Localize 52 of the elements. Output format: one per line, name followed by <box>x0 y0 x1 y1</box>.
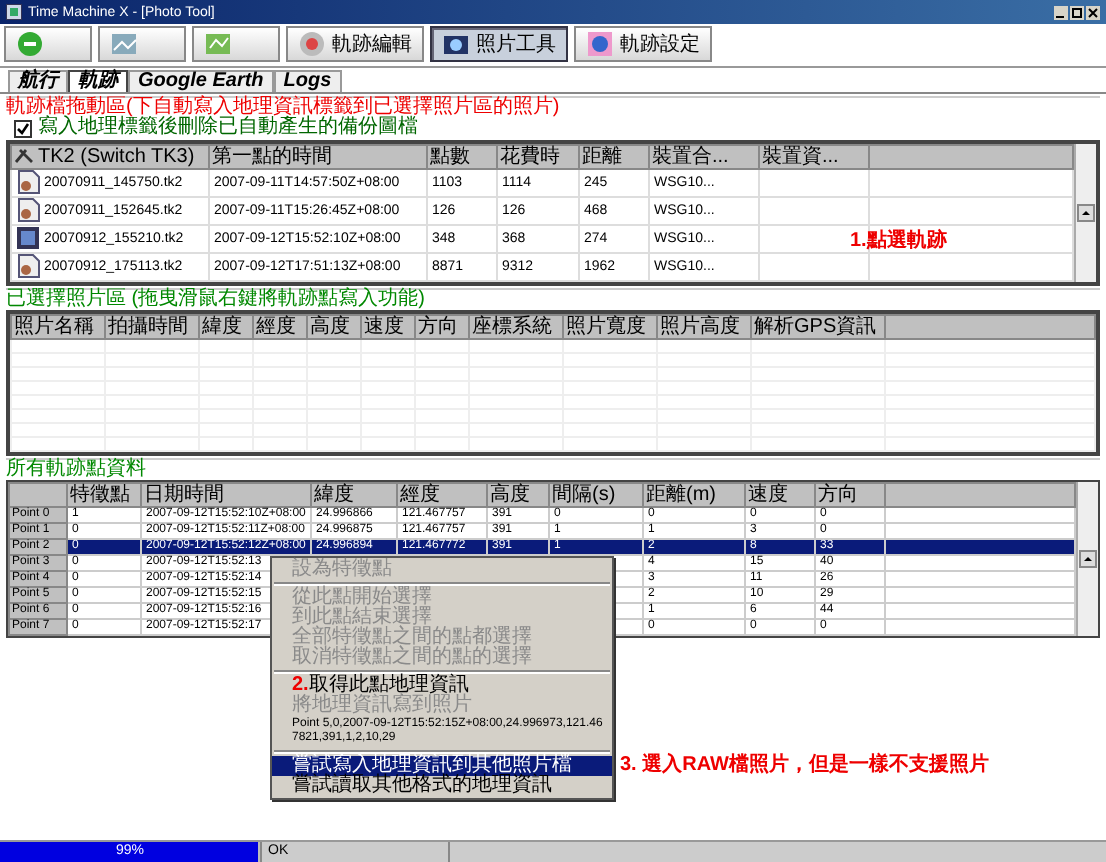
checkbox-label: 寫入地理標籤後刪除已自動產生的備份圖檔 <box>38 118 418 138</box>
column-header[interactable]: 日期時間 <box>141 483 311 507</box>
section-title: 所有軌跡點資料 <box>6 460 146 480</box>
column-header[interactable]: 間隔(s) <box>549 483 643 507</box>
column-header[interactable]: 拍攝時間 <box>105 315 199 339</box>
tab[interactable]: 軌跡 <box>68 70 128 92</box>
tab[interactable]: Logs <box>273 70 342 92</box>
maximize-icon <box>1070 5 1084 19</box>
column-header[interactable]: 經度 <box>397 483 487 507</box>
camera-icon <box>442 30 470 58</box>
column-header[interactable]: 特徵點 <box>67 483 141 507</box>
checkbox[interactable] <box>14 119 32 137</box>
annotation-number: 2. <box>292 673 309 695</box>
column-header[interactable]: 緯度 <box>199 315 253 339</box>
disc-icon <box>298 30 326 58</box>
section-title: 已選擇照片區 (拖曳滑鼠右鍵將軌跡點寫入功能) <box>6 290 425 310</box>
toolbar-icon-button[interactable] <box>98 26 186 62</box>
menu-item[interactable]: 取得此點地理資訊 <box>308 673 469 695</box>
tab[interactable]: 航行 <box>8 70 68 92</box>
app-icon <box>6 4 22 20</box>
column-header[interactable]: 緯度 <box>311 483 397 507</box>
column-header[interactable]: 座標系統 <box>469 315 563 339</box>
menu-item[interactable]: 嘗試讀取其他格式的地理資訊 <box>272 775 612 795</box>
column-header[interactable]: 照片寬度 <box>563 315 657 339</box>
column-header[interactable]: 距離(m) <box>643 483 745 507</box>
section-title: 軌跡檔拖動區(下自動寫入地理資訊標籤到已選擇照片區的照片) <box>6 98 560 118</box>
minus-circle-icon <box>16 30 44 58</box>
column-header[interactable]: 方向 <box>415 315 469 339</box>
picture-icon <box>110 30 138 58</box>
toolbar-button[interactable]: 軌跡設定 <box>574 26 712 62</box>
menu-item[interactable]: 嘗試寫入地理資訊到其他照片檔 <box>272 755 612 775</box>
toolbar-icon-button[interactable] <box>4 26 92 62</box>
column-header[interactable]: 速度 <box>745 483 815 507</box>
column-header[interactable]: 高度 <box>487 483 549 507</box>
annotation-text: 1.點選軌跡 <box>850 232 947 252</box>
close-icon <box>1086 5 1100 19</box>
tools-icon <box>14 147 34 164</box>
minimize-icon <box>1054 5 1068 19</box>
column-header[interactable]: 經度 <box>253 315 307 339</box>
checkmark-icon <box>16 121 30 135</box>
column-header[interactable]: 方向 <box>815 483 885 507</box>
column-header[interactable]: 照片高度 <box>657 315 751 339</box>
column-header[interactable]: 速度 <box>361 315 415 339</box>
toolbar-button[interactable]: 軌跡編輯 <box>286 26 424 62</box>
toolbar-icon-button[interactable] <box>192 26 280 62</box>
column-header[interactable]: 照片名稱 <box>11 315 105 339</box>
column-header[interactable]: 高度 <box>307 315 361 339</box>
toolbar-button[interactable]: 照片工具 <box>430 26 568 62</box>
column-header[interactable]: 解析GPS資訊 <box>751 315 885 339</box>
annotation-text: 3. 選入RAW檔照片，但是一樣不支援照片 <box>620 755 989 775</box>
tab[interactable]: Google Earth <box>128 70 274 92</box>
chart-icon <box>204 30 232 58</box>
